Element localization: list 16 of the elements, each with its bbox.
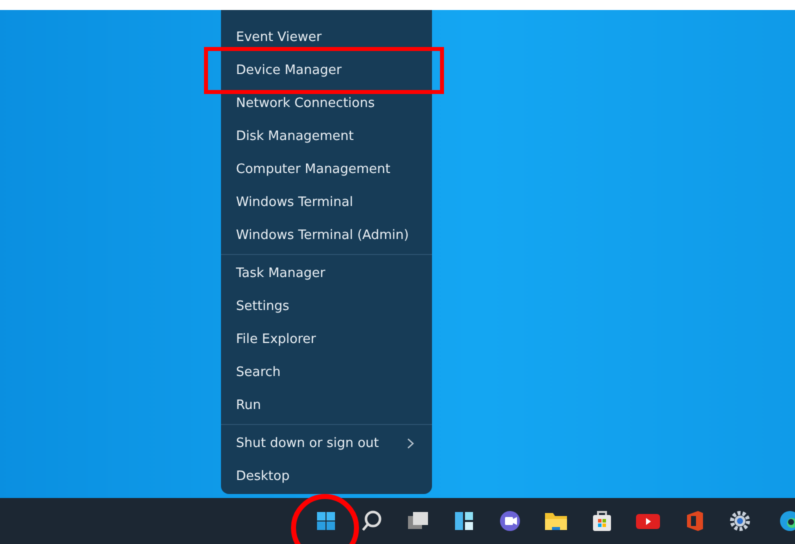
menu-item[interactable]: Desktop bbox=[221, 460, 432, 493]
menu-item[interactable]: Settings bbox=[221, 290, 432, 323]
menu-item[interactable]: Windows Terminal (Admin) bbox=[221, 219, 432, 252]
menu-item[interactable]: Task Manager bbox=[221, 257, 432, 290]
menu-item[interactable]: Search bbox=[221, 356, 432, 389]
menu-item[interactable]: Run bbox=[221, 389, 432, 422]
menu-item[interactable]: Network Connections bbox=[221, 87, 432, 120]
highlight-circle bbox=[291, 494, 359, 544]
menu-item[interactable]: Device Manager bbox=[221, 54, 432, 87]
menu-item[interactable]: Shut down or sign out bbox=[221, 427, 432, 460]
menu-item[interactable]: Windows Terminal bbox=[221, 186, 432, 219]
menu-item[interactable]: File Explorer bbox=[221, 323, 432, 356]
menu-item[interactable]: Disk Management bbox=[221, 120, 432, 153]
chevron-right-icon bbox=[407, 438, 414, 449]
menu-item[interactable]: Computer Management bbox=[221, 153, 432, 186]
menu-item[interactable]: Event Viewer bbox=[221, 21, 432, 54]
